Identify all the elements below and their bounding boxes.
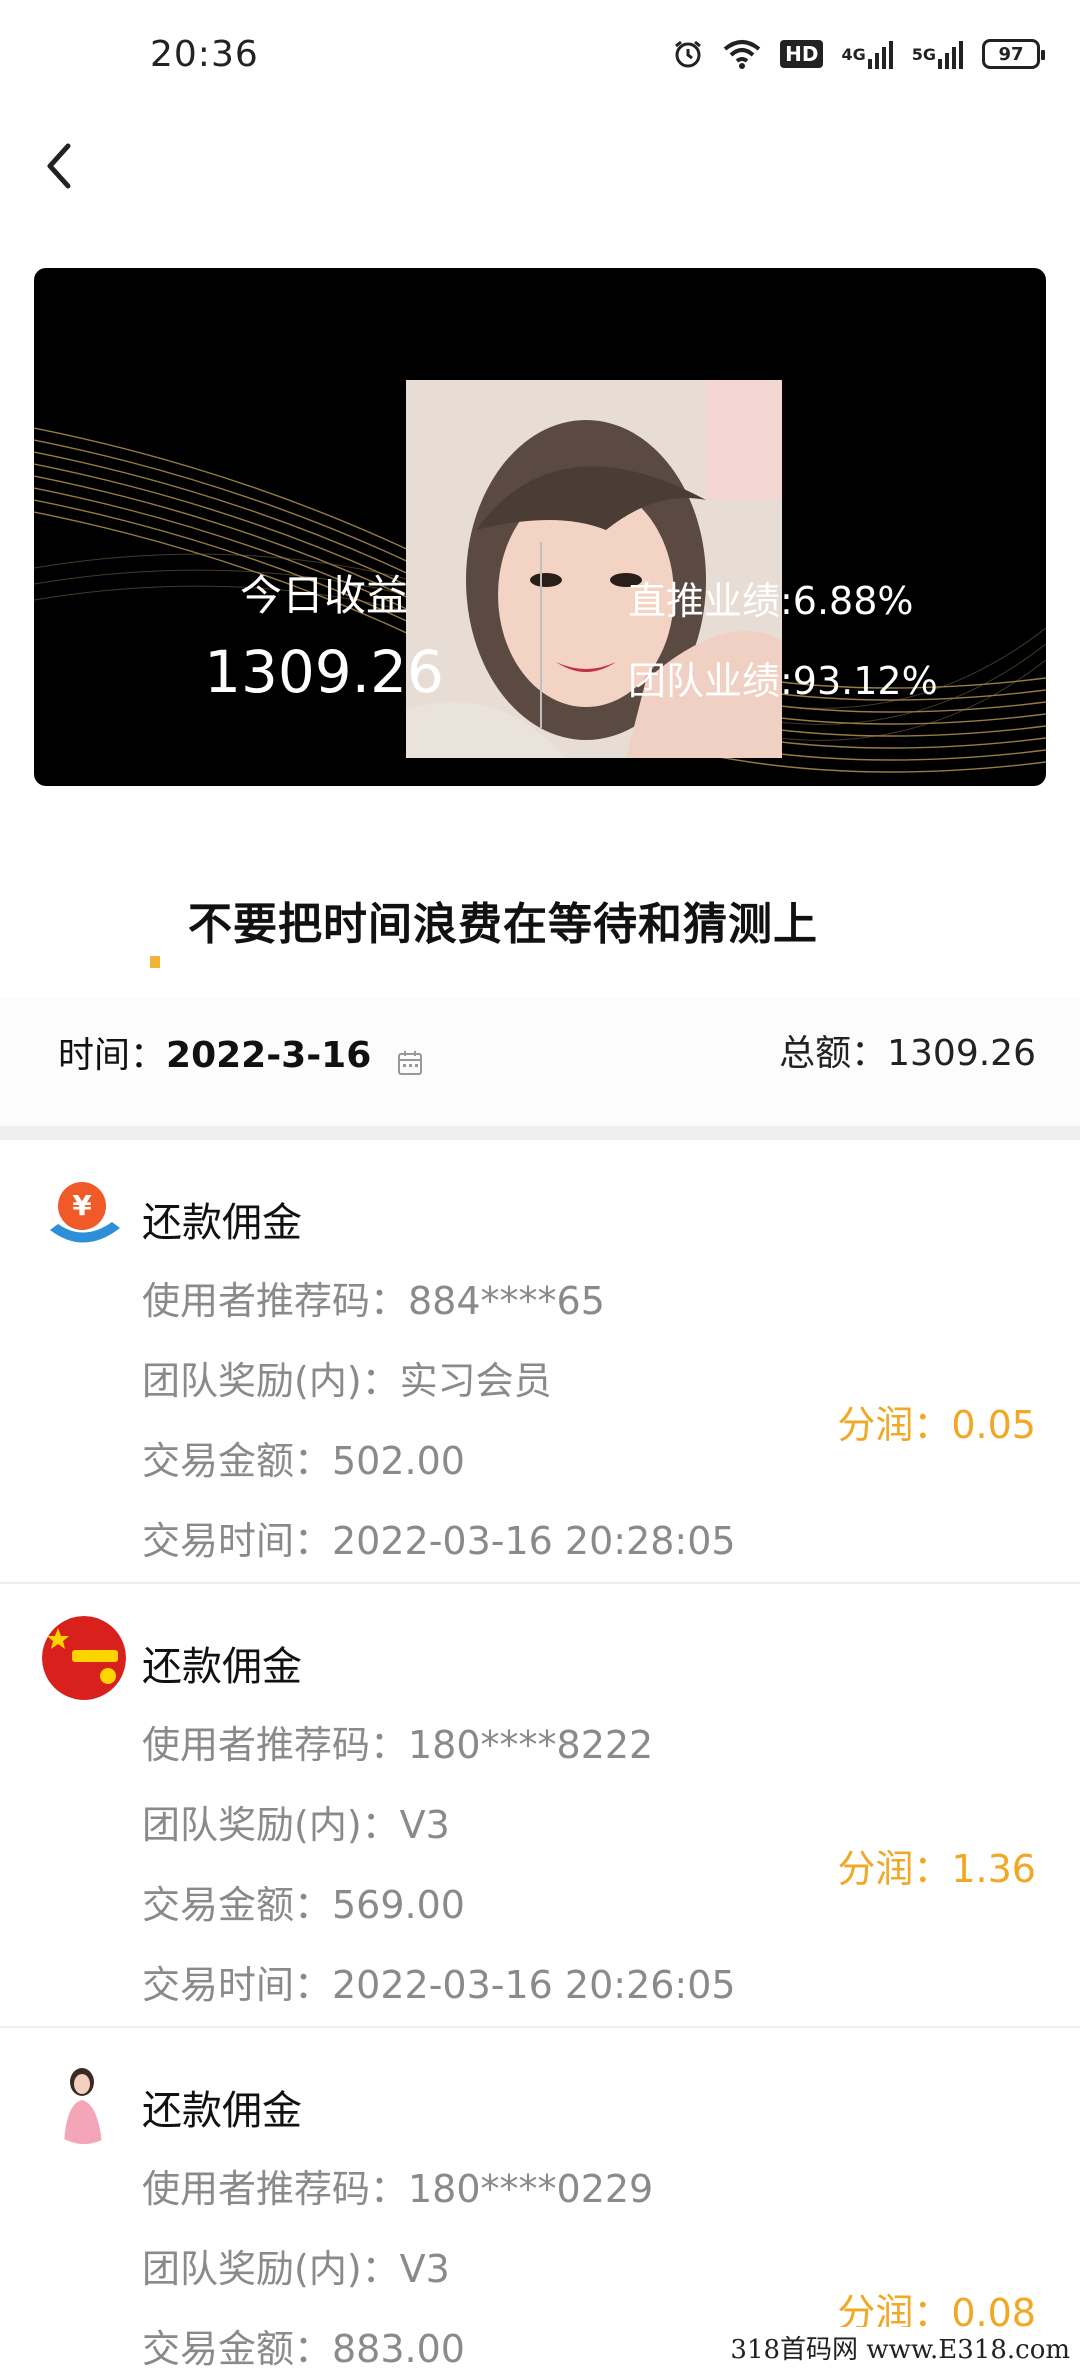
yuan-coin-icon: ¥ — [42, 1172, 126, 1256]
today-earnings-label: 今日收益 — [239, 571, 408, 620]
commission-record[interactable]: 还款佣金 使用者推荐码：180****0229 团队奖励(内)：V3 交易金额：… — [0, 2028, 1080, 2368]
signal-4g-icon: 4G — [841, 36, 893, 72]
commission-record[interactable]: 还款佣金 使用者推荐码：180****8222 团队奖励(内)：V3 交易金额：… — [0, 1584, 1080, 2028]
alarm-icon — [672, 36, 704, 72]
record-reward: 团队奖励(内)：V3 — [142, 2247, 450, 2291]
banner-accent-mark — [150, 956, 160, 968]
calendar-icon[interactable] — [397, 1044, 423, 1075]
site-watermark: 318首码网 www.E318.com — [726, 2327, 1074, 2368]
record-referral: 使用者推荐码：884****65 — [142, 1279, 605, 1323]
record-title: 还款佣金 — [142, 1200, 302, 1246]
total-value: 1309.26 — [887, 1033, 1036, 1074]
chevron-left-icon — [47, 143, 71, 189]
motto-banner: 不要把时间浪费在等待和猜测上 — [150, 868, 930, 986]
person-avatar-icon — [42, 2060, 126, 2144]
battery-level: 97 — [982, 39, 1045, 69]
hero-divider — [540, 542, 542, 728]
record-profit-share: 分润：1.36 — [837, 1847, 1036, 1891]
signal-5g-icon: 5G — [912, 36, 964, 72]
team-performance: 团队业绩:93.12% — [628, 659, 938, 703]
record-title: 还款佣金 — [142, 2088, 302, 2134]
time-label: 时间： — [58, 1035, 167, 1076]
record-reward: 团队奖励(内)：实习会员 — [142, 1359, 552, 1403]
battery-icon: 97 — [982, 36, 1045, 72]
status-time: 20:36 — [150, 34, 259, 75]
selected-date[interactable]: 2022-3-16 — [166, 1035, 371, 1076]
record-referral: 使用者推荐码：180****0229 — [142, 2167, 654, 2211]
wifi-icon — [722, 36, 762, 72]
status-icons: HD 4G 5G 97 — [672, 36, 1045, 72]
hd-icon: HD — [780, 36, 824, 72]
record-amount: 交易金额：883.00 — [142, 2327, 465, 2368]
record-time: 交易时间：2022-03-16 20:28:05 — [142, 1519, 736, 1563]
record-amount: 交易金额：569.00 — [142, 1883, 465, 1927]
flag-avatar-icon — [42, 1616, 126, 1700]
back-button[interactable] — [36, 136, 86, 196]
record-amount: 交易金额：502.00 — [142, 1439, 465, 1483]
motto-text: 不要把时间浪费在等待和猜测上 — [188, 899, 818, 950]
filter-bar: 时间：2022-3-16 总额：1309.26 — [0, 998, 1080, 1126]
svg-text:¥: ¥ — [72, 1189, 92, 1222]
commission-record[interactable]: ¥ 还款佣金 使用者推荐码：884****65 团队奖励(内)：实习会员 交易金… — [0, 1140, 1080, 1584]
direct-performance: 直推业绩:6.88% — [628, 579, 914, 623]
total-label: 总额： — [779, 1033, 888, 1074]
status-bar: 20:36 HD 4G 5G 97 — [0, 0, 1080, 112]
earnings-card: 今日收益 1309.26 直推业绩:6.88% 团队业绩:93.12% — [34, 268, 1046, 786]
total-amount: 总额：1309.26 — [779, 1024, 1036, 1076]
section-separator — [0, 1126, 1080, 1140]
today-earnings-value: 1309.26 — [204, 638, 444, 706]
record-referral: 使用者推荐码：180****8222 — [142, 1723, 654, 1767]
record-title: 还款佣金 — [142, 1644, 302, 1690]
date-filter[interactable]: 时间：2022-3-16 — [58, 1026, 423, 1078]
record-profit-share: 分润：0.05 — [837, 1403, 1036, 1447]
record-reward: 团队奖励(内)：V3 — [142, 1803, 450, 1847]
record-time: 交易时间：2022-03-16 20:26:05 — [142, 1963, 736, 2007]
